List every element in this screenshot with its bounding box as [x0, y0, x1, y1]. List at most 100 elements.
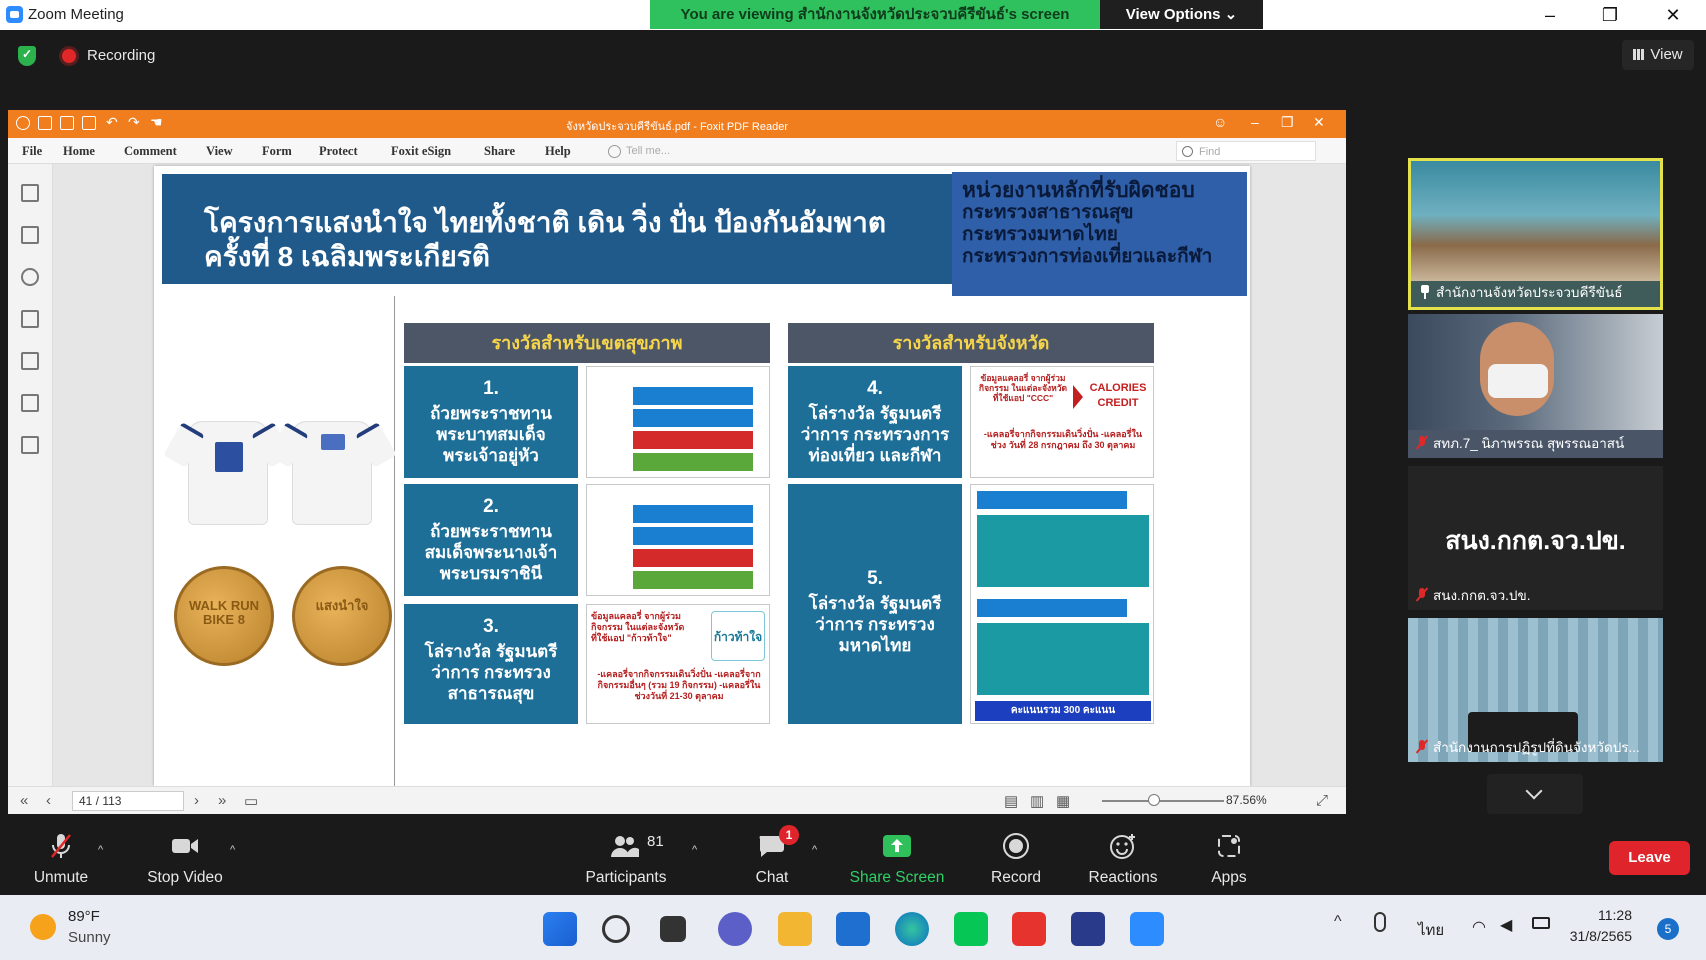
last-page-icon[interactable]: » — [218, 792, 226, 809]
page-layout-icon[interactable]: ▤ — [1004, 792, 1018, 810]
bookmark-icon[interactable] — [21, 184, 39, 202]
page-number-input[interactable]: 41 / 113 — [72, 791, 184, 811]
participant-tile[interactable]: สนง.กกต.จว.ปข. สนง.กกต.จว.ปข. — [1408, 466, 1663, 610]
security-lock-icon[interactable] — [21, 394, 39, 412]
weather-description[interactable]: Sunny — [68, 929, 111, 946]
menu-file[interactable]: File — [22, 144, 42, 159]
teams-chat-icon[interactable] — [718, 912, 752, 946]
menu-help[interactable]: Help — [545, 144, 571, 159]
line-app-icon[interactable] — [954, 912, 988, 946]
continuous-layout-icon[interactable]: ▥ — [1030, 792, 1044, 810]
search-icon[interactable] — [602, 915, 630, 943]
volume-icon[interactable]: ◀ — [1500, 915, 1512, 935]
record-label: Record — [991, 869, 1041, 886]
task-view-icon[interactable] — [660, 916, 686, 942]
stop-video-button[interactable]: Stop Video — [130, 828, 240, 890]
facing-layout-icon[interactable]: ▦ — [1056, 792, 1070, 810]
minimize-icon[interactable]: – — [1530, 2, 1570, 28]
video-options-caret-icon[interactable]: ^ — [230, 844, 235, 856]
security-shield-icon[interactable] — [18, 46, 36, 66]
mail-icon[interactable] — [836, 912, 870, 946]
app-icon[interactable] — [1071, 912, 1105, 946]
responsible-agency: กระทรวงมหาดไทย — [962, 224, 1118, 245]
zoom-slider-track[interactable] — [1102, 800, 1224, 802]
tell-me-search[interactable]: Tell me... — [604, 141, 744, 161]
wifi-icon[interactable]: ◠ — [1472, 917, 1486, 937]
foxit-restore-icon[interactable]: ❐ — [1281, 114, 1294, 131]
edge-browser-icon[interactable] — [895, 912, 929, 946]
record-button[interactable]: Record — [961, 828, 1071, 890]
window-title: Zoom Meeting — [28, 6, 124, 23]
audio-options-caret-icon[interactable]: ^ — [98, 844, 103, 856]
chat-caret-icon[interactable]: ^ — [812, 844, 817, 856]
participant-tile[interactable]: สำนักงานการปฏิรูปที่ดินจังหวัดปร... — [1408, 618, 1663, 762]
restore-icon[interactable]: ❐ — [1590, 2, 1630, 28]
participants-scroll-down-button[interactable] — [1487, 774, 1583, 814]
menu-foxit-esign[interactable]: Foxit eSign — [391, 144, 451, 159]
clock-time[interactable]: 11:28 — [1560, 907, 1632, 923]
file-explorer-icon[interactable] — [778, 912, 812, 946]
zoom-taskbar-icon[interactable] — [1130, 912, 1164, 946]
share-screen-icon — [883, 835, 911, 857]
attachment-icon[interactable] — [21, 352, 39, 370]
share-screen-button[interactable]: Share Screen — [842, 828, 952, 890]
input-language[interactable]: ไทย — [1418, 918, 1444, 942]
menu-comment[interactable]: Comment — [124, 144, 177, 159]
unmute-button[interactable]: Unmute — [6, 828, 116, 890]
menu-view[interactable]: View — [206, 144, 233, 159]
leave-meeting-button[interactable]: Leave — [1609, 841, 1690, 875]
zoom-level[interactable]: 87.56% — [1226, 793, 1267, 807]
participants-caret-icon[interactable]: ^ — [692, 844, 697, 856]
foxit-close-icon[interactable]: ✕ — [1313, 114, 1325, 131]
find-input[interactable]: Find — [1176, 141, 1316, 161]
award-3-note: -แคลอรี่จากกิจกรรมเดินวิ่งปั่น -แคลอรี่จ… — [597, 669, 761, 701]
recording-label[interactable]: Recording — [87, 47, 155, 64]
menu-home[interactable]: Home — [63, 144, 95, 159]
award-text: ถ้วยพระราชทาน พระบาทสมเด็จพระเจ้าอยู่หัว — [430, 404, 552, 465]
single-page-icon[interactable]: ▭ — [244, 792, 258, 810]
participants-button[interactable]: 81 Participants — [571, 828, 681, 890]
video-frame-conference-room — [1411, 161, 1660, 281]
shared-screen-foxit-window: ↶ ↷ ☚ จังหวัดประจวบคีรีขันธ์.pdf - Foxit… — [8, 110, 1346, 814]
notification-badge[interactable]: 5 — [1657, 918, 1679, 940]
view-button[interactable]: View — [1622, 40, 1694, 70]
foxit-menu-bar: File Home Comment View Form Protect Foxi… — [8, 138, 1346, 164]
pages-icon[interactable] — [21, 226, 39, 244]
wps-office-icon[interactable] — [1012, 912, 1046, 946]
sun-icon[interactable] — [30, 914, 56, 940]
reactions-button[interactable]: Reactions — [1068, 828, 1178, 890]
show-hidden-icons-icon[interactable]: ^ — [1334, 913, 1342, 931]
score-strip — [633, 505, 753, 523]
fullscreen-icon[interactable]: ⤢ — [1316, 792, 1328, 809]
layers-icon[interactable] — [21, 310, 39, 328]
next-page-icon[interactable]: › — [194, 792, 199, 809]
screen-share-banner: You are viewing สำนักงานจังหวัดประจวบคีร… — [650, 0, 1100, 29]
menu-protect[interactable]: Protect — [319, 144, 358, 159]
responsible-title: หน่วยงานหลักที่รับผิดชอบ — [962, 179, 1195, 202]
close-icon[interactable]: ✕ — [1653, 2, 1693, 28]
signature-icon[interactable] — [21, 436, 39, 454]
apps-button[interactable]: Apps — [1174, 828, 1284, 890]
previous-page-icon[interactable]: ‹ — [46, 792, 51, 809]
participant-tile-active[interactable]: สำนักงานจังหวัดประจวบคีรีขันธ์ — [1408, 158, 1663, 310]
menu-form[interactable]: Form — [262, 144, 292, 159]
participant-tile[interactable]: สทภ.7_ นิภาพรรณ สุพรรณอาสน์ — [1408, 314, 1663, 458]
event-shirt-back-image — [292, 421, 372, 525]
foxit-minimize-icon[interactable]: – — [1251, 114, 1259, 130]
weather-temperature[interactable]: 89°F — [68, 908, 100, 925]
kaotajai-logo: ก้าวท้าใจ — [711, 611, 765, 661]
participants-count: 81 — [647, 833, 664, 850]
zoom-slider-thumb[interactable] — [1148, 794, 1160, 806]
view-label: View — [1650, 46, 1683, 63]
account-icon[interactable]: ☺ — [1213, 114, 1227, 130]
clock-date[interactable]: 31/8/2565 — [1540, 928, 1632, 944]
microphone-icon[interactable] — [1374, 912, 1386, 932]
first-page-icon[interactable]: « — [20, 792, 28, 809]
award-number: 2. — [483, 496, 499, 517]
comments-icon[interactable] — [21, 268, 39, 286]
menu-share[interactable]: Share — [484, 144, 515, 159]
score-strip — [633, 431, 753, 449]
windows-start-icon[interactable] — [543, 912, 577, 946]
chat-button[interactable]: 1 Chat — [717, 825, 827, 890]
view-options-button[interactable]: View Options ⌄ — [1100, 0, 1263, 29]
